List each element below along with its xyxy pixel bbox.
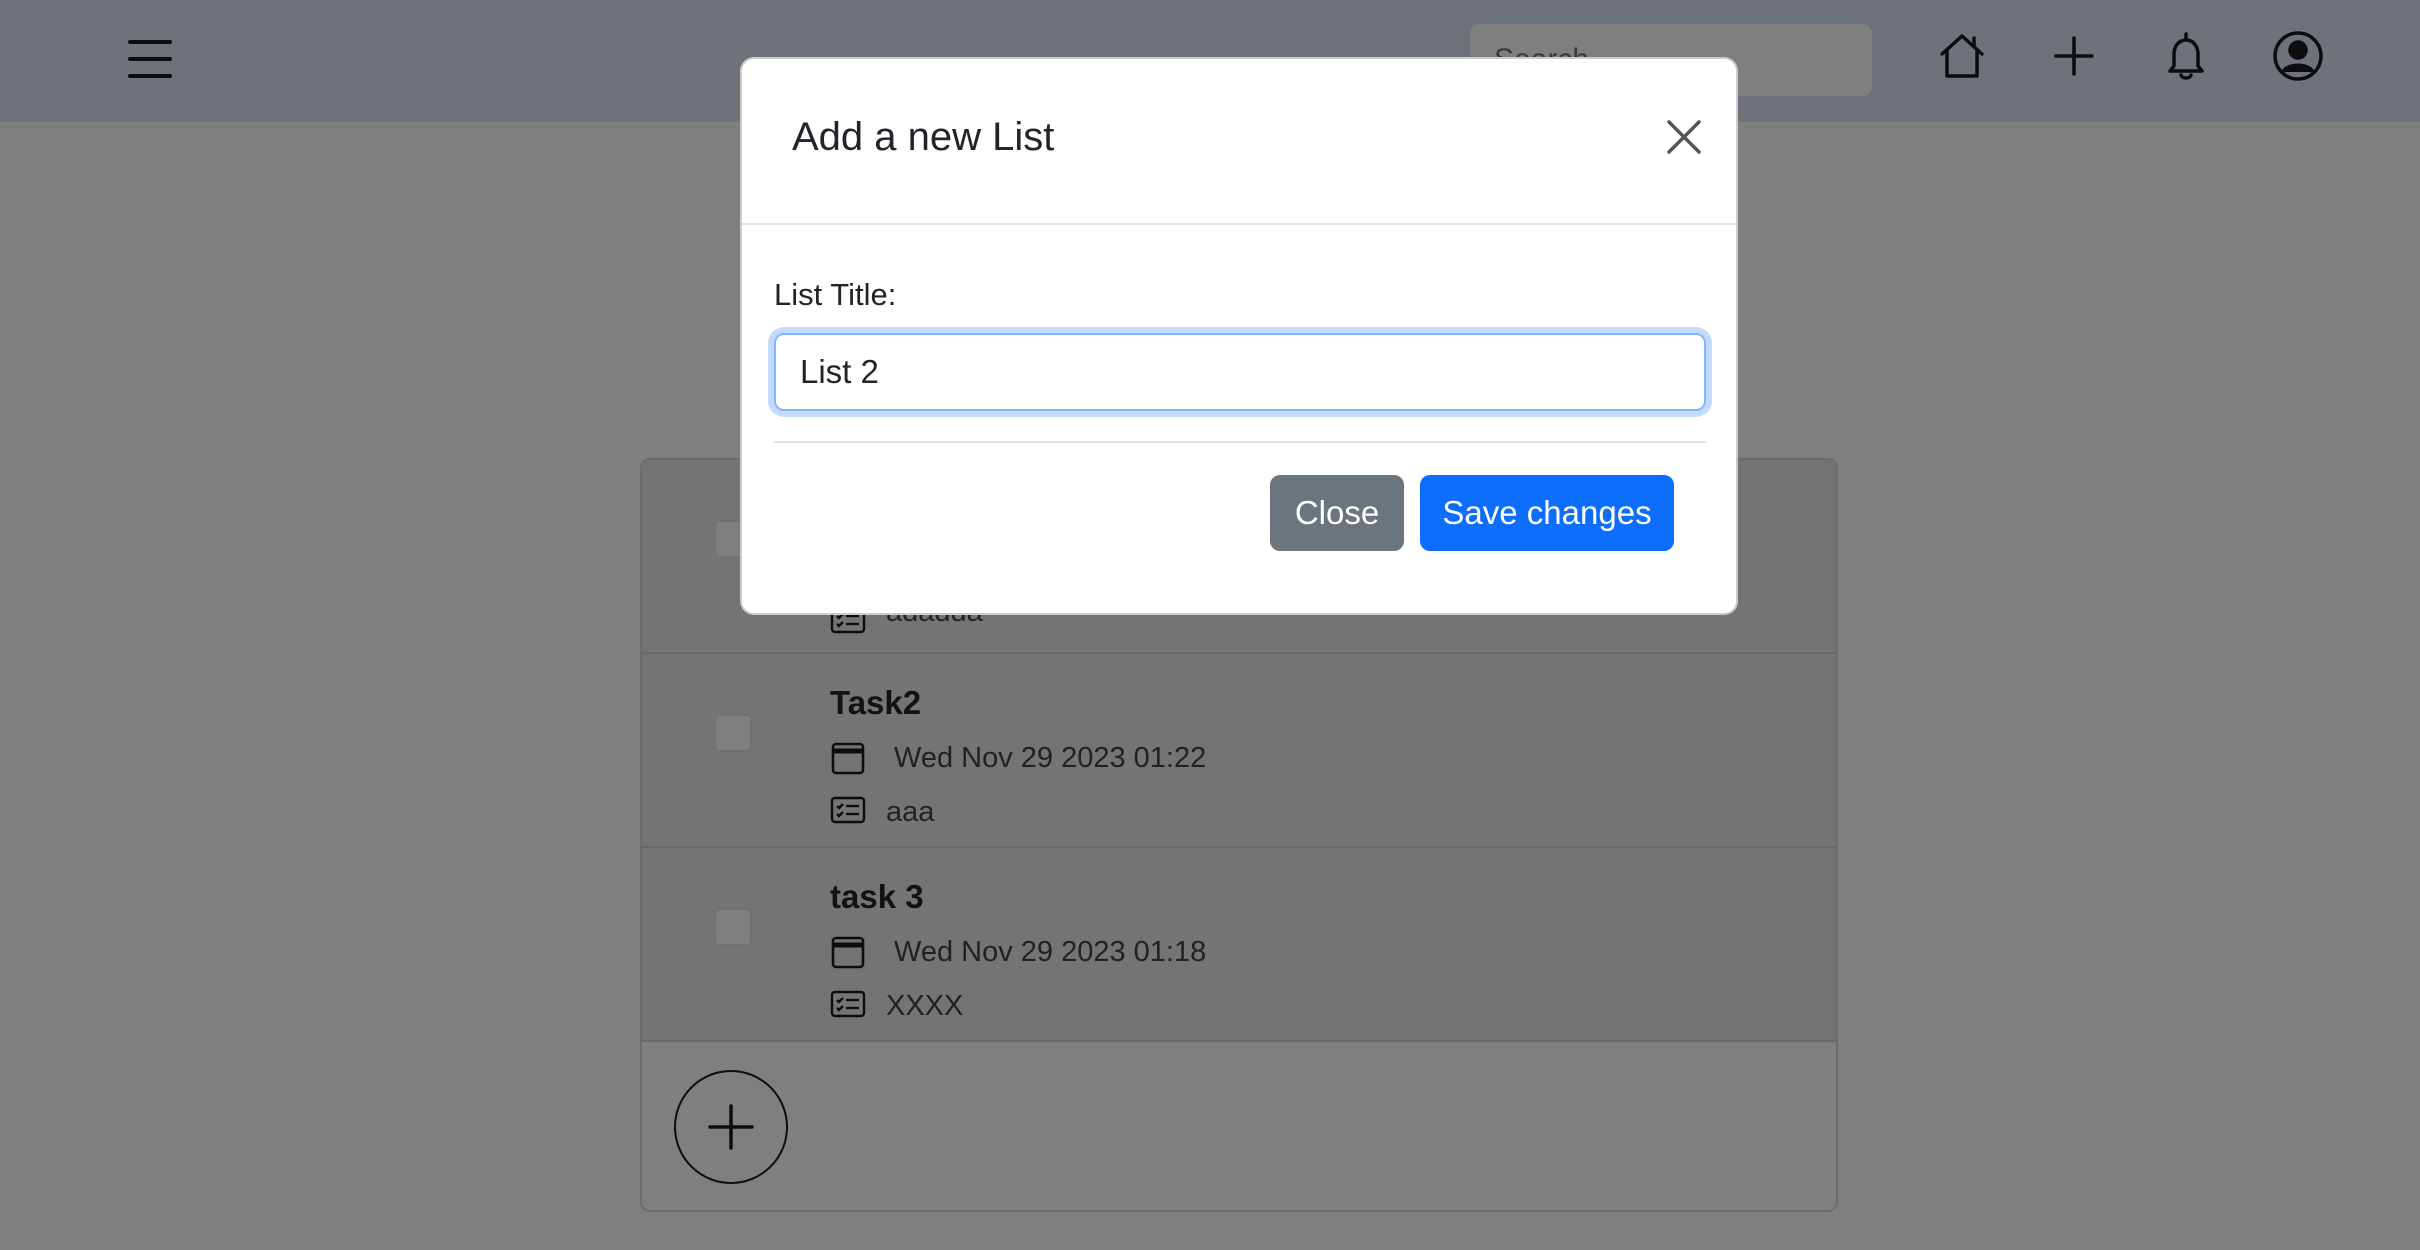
modal-header: Add a new List (742, 59, 1736, 225)
modal-title: Add a new List (792, 115, 1055, 159)
list-title-input[interactable] (774, 333, 1706, 411)
save-changes-button[interactable]: Save changes (1420, 475, 1674, 551)
close-icon[interactable] (1664, 117, 1704, 157)
list-title-label: List Title: (774, 277, 897, 312)
close-button[interactable]: Close (1270, 475, 1404, 551)
divider (774, 441, 1706, 443)
add-list-modal: Add a new List List Title: Close Save ch… (740, 57, 1738, 615)
